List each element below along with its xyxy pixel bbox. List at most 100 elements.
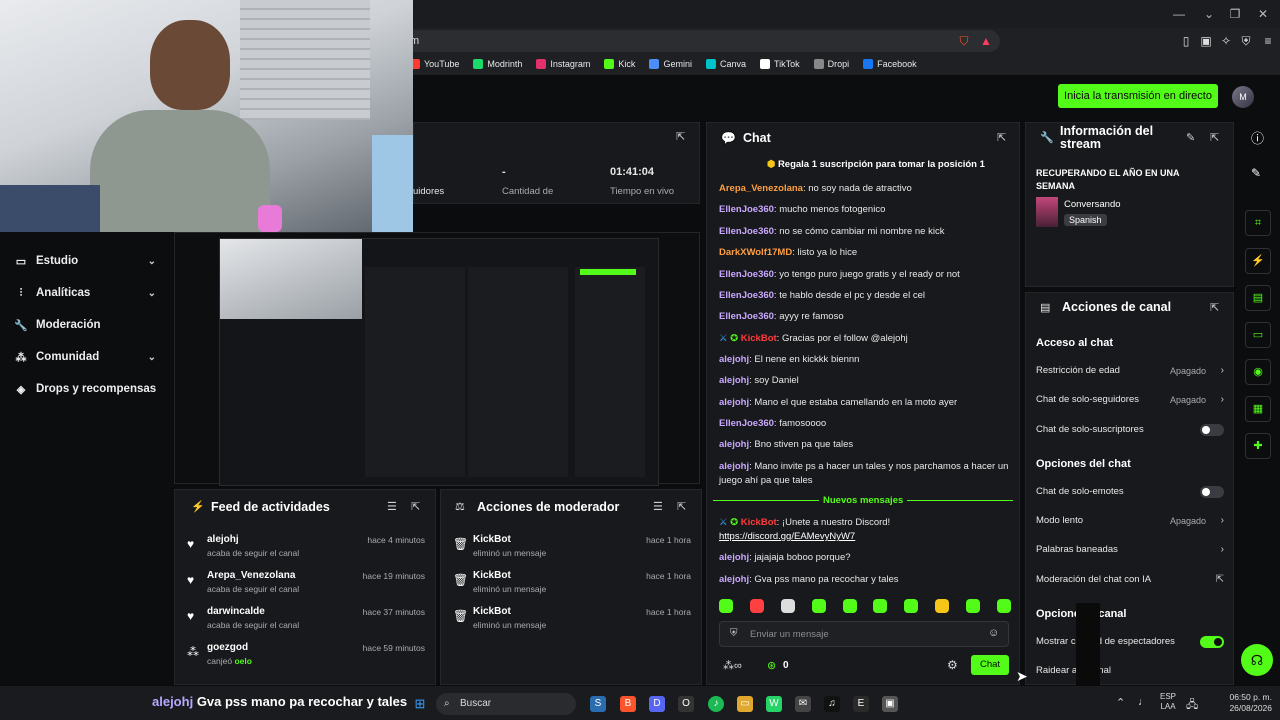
expand-icon[interactable]: ⇱	[1210, 301, 1219, 314]
feed-user[interactable]: Arepa_Venezolana	[207, 570, 295, 581]
bookmark-facebook[interactable]: Facebook	[863, 59, 917, 69]
ai-moderation-row[interactable]: Moderación del chat con IA ⇱	[1036, 571, 1224, 589]
chat-username[interactable]: EllenJoe360	[719, 226, 774, 237]
expand-icon[interactable]: ⇱	[677, 500, 686, 513]
broadcast-icon[interactable]: ◉	[1245, 359, 1271, 385]
chat-username[interactable]: alejohj	[719, 375, 749, 386]
chat-input[interactable]: ⛨ Enviar un mensaje ☺	[719, 621, 1009, 647]
chat-username[interactable]: alejohj	[719, 552, 749, 563]
emote-icon[interactable]	[811, 599, 826, 613]
avatar[interactable]: M	[1232, 86, 1254, 108]
emote-icon[interactable]	[996, 599, 1011, 613]
slow-mode-row[interactable]: Modo lento Apagado ›	[1036, 512, 1224, 530]
clock[interactable]: 06:50 p. m. 26/08/2026	[1200, 692, 1272, 714]
emote-icon[interactable]	[780, 599, 795, 613]
send-chat-button[interactable]: Chat	[971, 655, 1009, 675]
followers-only-row[interactable]: Chat de solo-seguidores Apagado ›	[1036, 391, 1224, 409]
filter-icon[interactable]: ☰	[387, 500, 397, 513]
document-icon[interactable]: ▤	[1245, 285, 1271, 311]
discord-icon[interactable]: D	[649, 696, 665, 712]
chat-username[interactable]: EllenJoe360	[719, 311, 774, 322]
emote-icon[interactable]	[873, 599, 888, 613]
minimize-icon[interactable]: —	[1170, 6, 1188, 22]
whatsapp-icon[interactable]: W	[766, 696, 782, 712]
pencil-icon[interactable]: ✎	[1251, 166, 1261, 180]
gear-icon[interactable]: ⚙	[947, 658, 958, 672]
chat-username[interactable]: EllenJoe360	[719, 204, 774, 215]
edit-icon[interactable]: ✎	[1186, 131, 1195, 144]
go-live-button[interactable]: Inicia la transmisión en directo	[1058, 84, 1218, 108]
spotify-icon[interactable]: ♪	[708, 696, 724, 712]
close-icon[interactable]: ✕	[1254, 6, 1272, 22]
subs-only-toggle[interactable]	[1200, 424, 1224, 436]
brave-shield-icon[interactable]: ⛉	[956, 33, 972, 49]
emote-icon[interactable]	[719, 599, 733, 613]
network-icon[interactable]: 🖧	[1186, 696, 1198, 715]
bookmark-dropi[interactable]: Dropi	[813, 59, 849, 69]
chat-username[interactable]: EllenJoe360	[719, 269, 774, 280]
chat-username[interactable]: alejohj	[719, 354, 749, 365]
raid-row[interactable]: Raidear a anal	[1036, 662, 1224, 680]
lightning-icon[interactable]: ⚡	[1245, 248, 1271, 274]
show-viewers-toggle[interactable]	[1200, 636, 1224, 648]
sidebar-item-moderación[interactable]: 🔧 Moderación	[14, 314, 164, 336]
bookmark-gemini[interactable]: Gemini	[649, 59, 692, 69]
headset-icon[interactable]: ☊	[1241, 644, 1273, 676]
chat-username[interactable]: EllenJoe360	[719, 290, 774, 301]
maximize-icon[interactable]: ❐	[1226, 6, 1244, 22]
wallet-icon[interactable]: ▣	[1198, 33, 1214, 49]
chevron-down-icon[interactable]: ⌄	[1200, 6, 1218, 22]
chat-username[interactable]: KickBot	[741, 517, 777, 528]
chat-username[interactable]: Arepa_Venezolana	[719, 183, 803, 194]
emote-icon[interactable]	[966, 599, 980, 613]
bookmark-tiktok[interactable]: TikTok	[759, 59, 800, 69]
language-indicator[interactable]: ESP LAA	[1160, 692, 1176, 712]
wrench-icon[interactable]: ✚	[1245, 433, 1271, 459]
chat-username[interactable]: EllenJoe360	[719, 418, 774, 429]
chat-username[interactable]: alejohj	[719, 439, 749, 450]
address-bar[interactable]: m	[380, 30, 1000, 52]
sidebar-item-drops[interactable]: ◈ Drops y recompensas	[14, 378, 164, 400]
mail-icon[interactable]: ✉	[795, 696, 811, 712]
chat-username[interactable]: KickBot	[741, 333, 777, 344]
brave-icon[interactable]: B	[620, 696, 636, 712]
expand-icon[interactable]: ⇱	[997, 131, 1006, 144]
filter-icon[interactable]: ☰	[653, 500, 663, 513]
expand-icon[interactable]: ⇱	[676, 130, 685, 143]
extensions-icon[interactable]: ✧	[1218, 33, 1234, 49]
emote-icon[interactable]	[842, 599, 857, 613]
feed-user[interactable]: alejohj	[207, 534, 239, 545]
folder-icon[interactable]: ▭	[737, 696, 753, 712]
info-icon[interactable]: ⓘ	[1251, 128, 1264, 147]
bookmark-canva[interactable]: Canva	[705, 59, 746, 69]
bookmark-kick[interactable]: Kick	[604, 59, 635, 69]
bookmark-instagram[interactable]: Instagram	[536, 59, 590, 69]
vpn-icon[interactable]: ⛨	[1238, 33, 1254, 49]
mod-user[interactable]: KickBot	[473, 570, 511, 581]
chat-username[interactable]: alejohj	[719, 397, 749, 408]
crop-icon[interactable]: ⌗	[1245, 210, 1271, 236]
sidebar-toggle-icon[interactable]: ▯	[1178, 33, 1194, 49]
chat-username[interactable]: alejohj	[719, 461, 749, 472]
rewards-icon[interactable]: ▲	[978, 33, 994, 49]
community-icon[interactable]: ⁂∞	[723, 659, 742, 672]
app-icon[interactable]: ▣	[882, 696, 898, 712]
taskbar-search[interactable]: ⌕ Buscar	[436, 693, 576, 715]
emoji-icon[interactable]: ☺	[988, 627, 999, 639]
banned-words-row[interactable]: Palabras baneadas ›	[1036, 541, 1224, 559]
sidebar-item-estudio[interactable]: ▭ Estudio ⌄	[14, 250, 164, 272]
bookmark-youtube[interactable]: YouTube	[410, 59, 459, 69]
epic-games-icon[interactable]: E	[853, 696, 869, 712]
feed-user[interactable]: darwincalde	[207, 606, 265, 617]
windows-start-icon[interactable]: ⊞	[412, 696, 428, 712]
tray-chevron-icon[interactable]: ⌃	[1116, 696, 1125, 709]
microphone-icon[interactable]: ♩	[1138, 696, 1149, 708]
chat-username[interactable]: alejohj	[719, 574, 749, 585]
steam-icon[interactable]: S	[590, 696, 606, 712]
chat-username[interactable]: DarkXWolf17MD	[719, 247, 792, 258]
tiktok-icon[interactable]: ♫	[824, 696, 840, 712]
pinned-gift-banner[interactable]: ⬢ Regala 1 suscripción para tomar la pos…	[767, 159, 985, 170]
age-restriction-row[interactable]: Restricción de edad Apagado ›	[1036, 362, 1224, 380]
bookmark-modrinth[interactable]: Modrinth	[473, 59, 522, 69]
expand-icon[interactable]: ⇱	[411, 500, 420, 513]
